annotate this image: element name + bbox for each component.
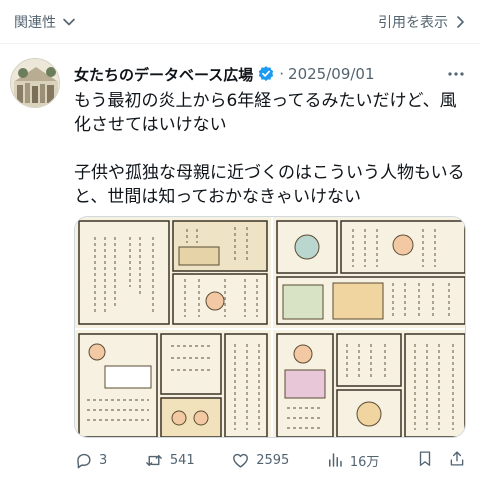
- media-image-2[interactable]: [273, 217, 465, 328]
- bookmark-button[interactable]: [416, 449, 434, 472]
- share-button[interactable]: [448, 449, 466, 472]
- views-button[interactable]: 16万: [326, 451, 380, 470]
- view-quotes-link[interactable]: 引用を表示: [378, 10, 466, 34]
- chevron-right-icon: [457, 16, 464, 28]
- reply-icon: [77, 453, 91, 468]
- media-grid: [74, 216, 466, 438]
- tweet-action-bar: 3 541 2595 16万: [74, 448, 466, 472]
- post-date[interactable]: 2025/09/01: [288, 65, 374, 83]
- more-dots-icon: [448, 72, 464, 76]
- reply-button[interactable]: 3: [74, 451, 107, 470]
- quotes-label: 引用を表示: [378, 15, 448, 31]
- reply-count: 3: [99, 452, 108, 468]
- header-separator: ·: [279, 65, 285, 83]
- analytics-bar-icon: [328, 453, 342, 467]
- heart-icon: [233, 453, 249, 468]
- repost-count: 541: [169, 452, 195, 468]
- manga-page-illustration: [75, 330, 271, 437]
- share-icon: [450, 450, 464, 466]
- media-image-3[interactable]: [75, 330, 271, 437]
- manga-page-illustration: [75, 217, 271, 328]
- repost-icon: [146, 454, 162, 466]
- more-options-button[interactable]: [446, 64, 466, 88]
- secondary-actions: [416, 449, 466, 472]
- media-image-1[interactable]: [75, 217, 271, 328]
- chevron-down-icon: [63, 18, 75, 26]
- manga-page-illustration: [273, 217, 465, 328]
- sort-label: 関連性: [14, 15, 56, 31]
- tweet-body: もう最初の炎上から6年経ってるみたいだけど、風化させてはいけない 子供や孤独な母…: [74, 89, 466, 209]
- manga-page-illustration: [273, 330, 465, 437]
- avatar-illustration: [11, 59, 59, 107]
- repost-button[interactable]: 541: [144, 451, 195, 470]
- like-button[interactable]: 2595: [231, 451, 289, 470]
- media-image-4[interactable]: [273, 330, 465, 437]
- tweet-paragraph: 子供や孤独な母親に近づくのはこういう人物もいると、世間は知っておかなきゃいけない: [74, 163, 465, 207]
- reply-sort-bar: 関連性 引用を表示: [0, 0, 480, 44]
- like-count: 2595: [256, 452, 290, 468]
- sort-relevance-button[interactable]: 関連性: [14, 10, 76, 34]
- bookmark-icon: [419, 450, 431, 466]
- tweet-header: 女たちのデータベース広場 · 2025/09/01: [74, 62, 466, 86]
- verified-badge-icon: [257, 65, 275, 83]
- author-avatar[interactable]: [10, 58, 60, 108]
- tweet-paragraph: もう最初の炎上から6年経ってるみたいだけど、風化させてはいけない: [74, 91, 457, 135]
- view-count: 16万: [349, 454, 380, 470]
- author-name[interactable]: 女たちのデータベース広場: [74, 64, 253, 85]
